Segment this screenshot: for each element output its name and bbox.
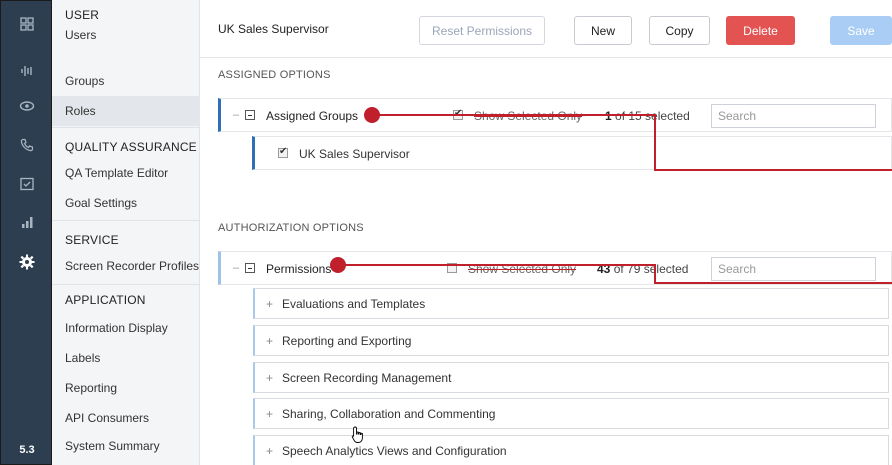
permissions-title: Permissions	[266, 262, 332, 276]
assigned-groups-panel: – Assigned Groups Show Selected Only 1 o…	[218, 98, 892, 132]
nav-group-application: APPLICATION Information Display Labels R…	[52, 284, 200, 465]
permission-category-label: Evaluations and Templates	[282, 297, 426, 311]
collapse-dash: –	[233, 262, 240, 274]
assigned-selected-count: 1 of 15 selected	[605, 109, 690, 123]
expand-plus-icon: +	[266, 444, 274, 458]
copy-button[interactable]: Copy	[649, 16, 710, 45]
permission-category-row[interactable]: + Speech Analytics Views and Configurati…	[253, 435, 889, 465]
expand-plus-icon: +	[266, 334, 274, 348]
permissions-selected-count: 43 of 79 selected	[597, 262, 688, 276]
permission-category-label: Reporting and Exporting	[282, 334, 412, 348]
assigned-count-text: of 15 selected	[615, 109, 690, 123]
nav-item-roles[interactable]: Roles	[52, 96, 200, 126]
expand-plus-icon: +	[266, 297, 274, 311]
assigned-groups-collapse-toggle[interactable]: –	[233, 109, 256, 121]
permission-category-label: Sharing, Collaboration and Commenting	[282, 407, 496, 421]
nav-item-reporting[interactable]: Reporting	[52, 373, 200, 403]
nav-heading: QUALITY ASSURANCE	[65, 140, 197, 154]
role-name: UK Sales Supervisor	[218, 22, 329, 36]
permissions-panel: – Permissions Show Selected Only 43 of 7…	[218, 251, 892, 285]
permission-category-row[interactable]: + Sharing, Collaboration and Commenting	[253, 398, 889, 429]
assigned-show-selected-label: Show Selected Only	[474, 109, 583, 123]
nav-item-groups[interactable]: Groups	[52, 66, 200, 96]
assigned-groups-search-input[interactable]	[711, 104, 876, 128]
permissions-search-input[interactable]	[711, 257, 876, 281]
permissions-count-number: 43	[597, 262, 611, 276]
nav-item-qa-template-editor[interactable]: QA Template Editor	[52, 158, 200, 188]
nav-item-screen-recorder-profiles[interactable]: Screen Recorder Profiles	[52, 251, 200, 281]
version-label: 5.3	[19, 444, 35, 456]
permissions-count-text: of 79 selected	[613, 262, 689, 276]
save-button[interactable]: Save	[830, 16, 892, 45]
eye-icon[interactable]	[1, 93, 53, 119]
permission-category-label: Speech Analytics Views and Configuration	[282, 444, 507, 458]
expand-plus-icon: +	[266, 371, 274, 385]
audio-wave-icon[interactable]	[1, 58, 53, 84]
assigned-group-label: UK Sales Supervisor	[299, 147, 410, 161]
nav-heading: APPLICATION	[65, 293, 146, 307]
permission-category-row[interactable]: + Evaluations and Templates	[253, 288, 889, 319]
assigned-groups-title: Assigned Groups	[266, 109, 359, 123]
collapse-dash: –	[233, 109, 240, 121]
nav-item-goal-settings[interactable]: Goal Settings	[52, 188, 200, 218]
permissions-show-selected-checkbox[interactable]	[447, 263, 457, 273]
authorization-options-title: AUTHORIZATION OPTIONS	[218, 222, 364, 234]
assigned-count-number: 1	[605, 109, 612, 123]
permission-category-row[interactable]: + Screen Recording Management	[253, 362, 889, 393]
nav-item-users[interactable]: Users	[52, 20, 200, 50]
permission-category-row[interactable]: + Reporting and Exporting	[253, 325, 889, 356]
bar-chart-icon[interactable]	[1, 209, 53, 235]
nav-item-labels[interactable]: Labels	[52, 343, 200, 373]
phone-icon[interactable]	[1, 132, 53, 158]
nav-group-service: SERVICE Screen Recorder Profiles	[52, 220, 200, 284]
nav-group-user: USER Users Groups Roles	[52, 0, 200, 127]
nav-item-api-consumers[interactable]: API Consumers	[52, 403, 200, 433]
new-button[interactable]: New	[574, 16, 632, 45]
settings-nav: USER Users Groups Roles QUALITY ASSURANC…	[52, 0, 200, 465]
icon-rail: 5.3	[0, 0, 52, 465]
delete-button[interactable]: Delete	[726, 16, 795, 45]
assigned-show-selected-checkbox[interactable]	[453, 108, 463, 120]
assigned-group-checkbox[interactable]	[278, 146, 288, 158]
role-toolbar: UK Sales Supervisor Reset Permissions Ne…	[200, 0, 892, 58]
reset-permissions-button[interactable]: Reset Permissions	[419, 16, 545, 45]
permissions-show-selected-label: Show Selected Only	[468, 262, 577, 276]
nav-item-information-display[interactable]: Information Display	[52, 313, 200, 343]
assigned-group-row[interactable]: UK Sales Supervisor	[252, 136, 892, 170]
hand-cursor-icon	[351, 426, 363, 443]
checklist-icon[interactable]	[1, 171, 53, 197]
assigned-options-title: ASSIGNED OPTIONS	[218, 69, 331, 81]
nav-group-quality-assurance: QUALITY ASSURANCE QA Template Editor Goa…	[52, 127, 200, 220]
nav-heading: SERVICE	[65, 233, 119, 247]
gear-icon[interactable]	[1, 249, 53, 275]
permission-category-label: Screen Recording Management	[282, 371, 452, 385]
permissions-collapse-toggle[interactable]: –	[233, 262, 256, 274]
minus-square-icon	[245, 110, 256, 120]
expand-plus-icon: +	[266, 407, 274, 421]
minus-square-icon	[245, 263, 256, 273]
dashboard-grid-icon[interactable]	[1, 11, 53, 37]
role-editor: UK Sales Supervisor Reset Permissions Ne…	[200, 0, 892, 465]
nav-item-system-summary[interactable]: System Summary	[52, 431, 200, 461]
